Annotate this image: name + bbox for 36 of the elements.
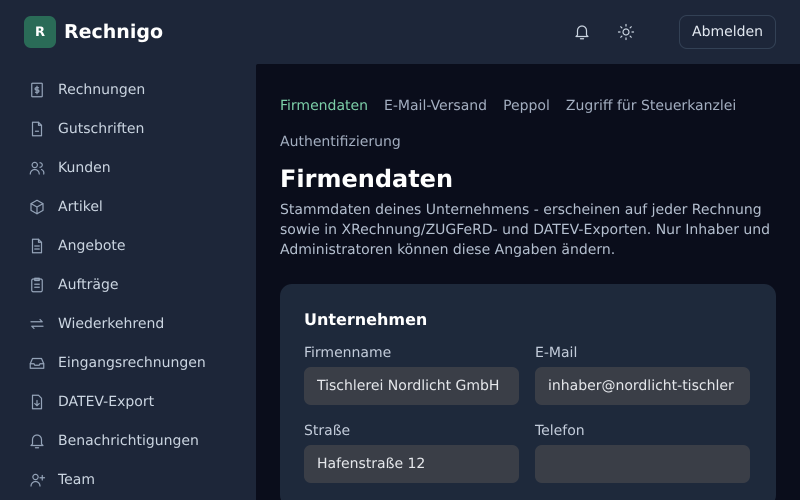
sidebar-item[interactable]: Eingangsrechnungen <box>12 343 244 382</box>
field-label: Firmenname <box>304 345 392 361</box>
logout-button[interactable]: Abmelden <box>679 15 776 49</box>
sidebar-item[interactable]: Benachrichtigungen <box>12 421 244 460</box>
sidebar-item[interactable]: Gutschriften <box>12 109 244 148</box>
page-title: Firmendaten <box>280 164 454 194</box>
sidebar-item[interactable]: Artikel <box>12 187 244 226</box>
input-field[interactable]: inhaber@nordlicht-tischler <box>535 367 750 405</box>
app-name: Rechnigo <box>64 21 163 43</box>
section-title: Unternehmen <box>304 310 428 329</box>
page-description: Stammdaten deines Unternehmens - erscheinen auf jeder Rechnung sowie in XRechnung/ZUGFeRD- und DATEV-Exporten. Nur Inhaber und Administratoren können diese Angaben ändern. <box>280 201 772 260</box>
settings-tab[interactable]: Zugriff für Steuerkanzlei <box>566 88 736 124</box>
input-field[interactable]: Tischlerei Nordlicht GmbH <box>304 367 519 405</box>
bell-icon <box>573 23 592 41</box>
input-field[interactable] <box>535 445 750 483</box>
box-icon <box>28 198 46 216</box>
sidebar-item[interactable]: Angebote <box>12 226 244 265</box>
field-label: E-Mail <box>535 345 578 361</box>
field-label: Telefon <box>535 423 586 439</box>
settings-tab[interactable]: Authentifizierung <box>280 124 401 160</box>
sidebar-item[interactable]: Aufträge <box>12 265 244 304</box>
input-field[interactable]: Hafenstraße 12 <box>304 445 519 483</box>
field-label: Straße <box>304 423 352 439</box>
settings-tab[interactable]: E-Mail-Versand <box>384 88 488 124</box>
sidebar-item[interactable]: Team <box>12 460 244 499</box>
logo-badge: R <box>24 16 56 48</box>
bell-icon <box>28 432 46 450</box>
receipt-icon <box>28 80 46 98</box>
sidebar-item[interactable]: Wiederkehrend <box>12 304 244 343</box>
sun-icon <box>617 23 636 41</box>
settings-tab[interactable]: Firmendaten <box>280 88 368 124</box>
sidebar-item[interactable]: Kunden <box>12 148 244 187</box>
clipboard-icon <box>28 276 46 294</box>
settings-tab[interactable]: Peppol <box>503 88 550 124</box>
sidebar-item[interactable]: DATEV-Export <box>12 382 244 421</box>
sidebar-item[interactable]: Rechnungen <box>12 70 244 109</box>
